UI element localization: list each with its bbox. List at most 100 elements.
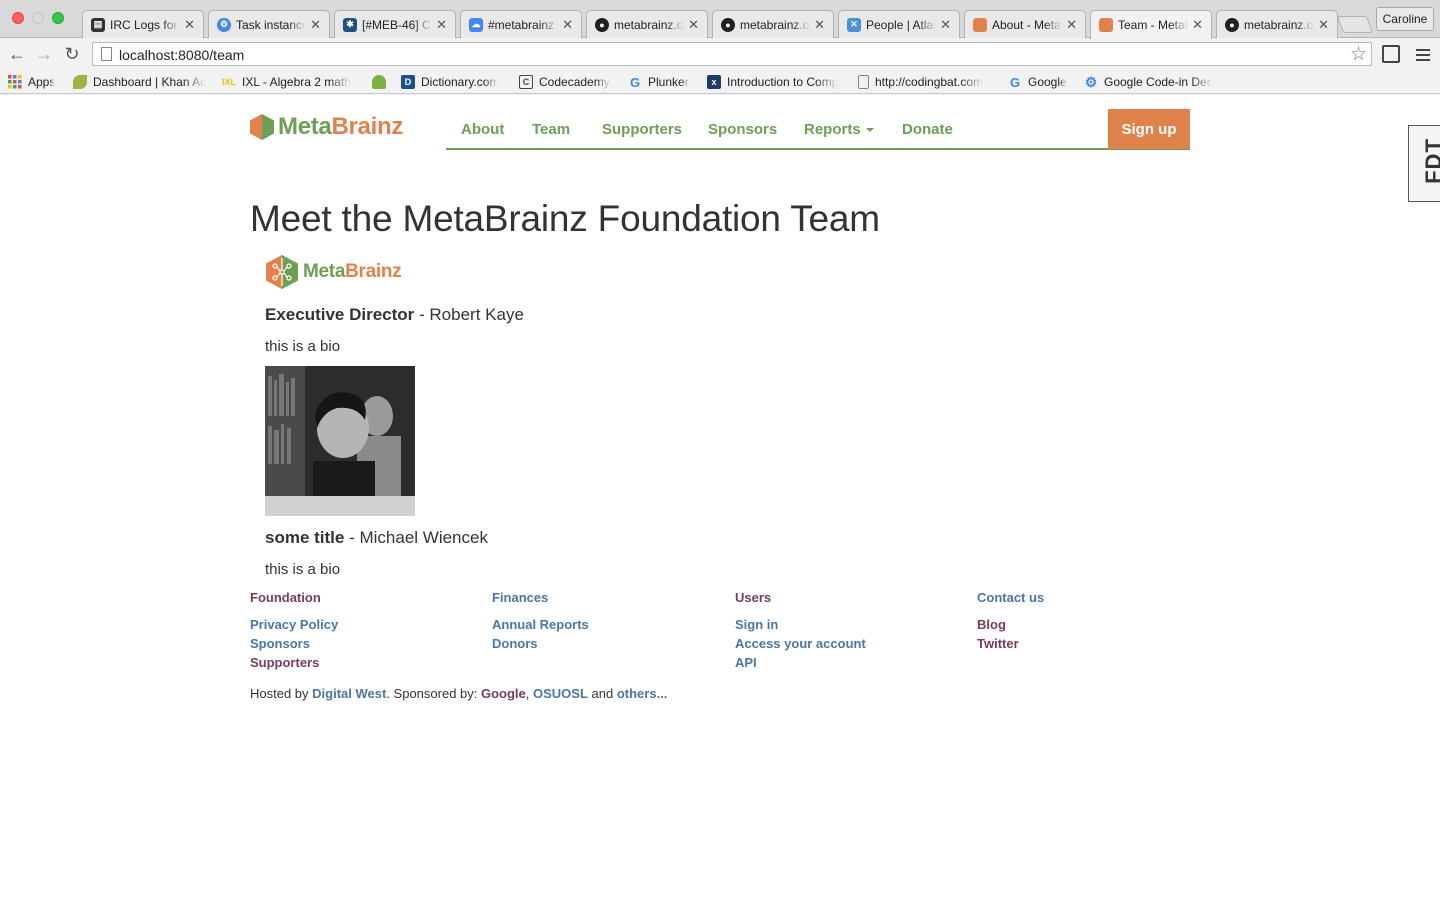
- member-bio-1: this is a bio: [265, 338, 341, 355]
- tab-close-icon[interactable]: ✕: [1066, 17, 1077, 33]
- extension-icon[interactable]: [1382, 45, 1400, 63]
- nav-donate[interactable]: Donate: [902, 121, 953, 138]
- footer-heading[interactable]: Users: [735, 590, 975, 605]
- browser-tab[interactable]: ● metabrainz.or ✕: [586, 10, 708, 38]
- github-icon: ●: [721, 17, 735, 32]
- footer-link-twitter[interactable]: Twitter: [977, 636, 1217, 651]
- bookmark-item[interactable]: x Introduction to Comp: [707, 73, 847, 91]
- site-logo[interactable]: MetaBrainz: [250, 113, 403, 141]
- browser-tab[interactable]: ✱ [#MEB-46] Cr ✕: [334, 10, 456, 38]
- footer-col-users: Users Sign in Access your account API: [735, 590, 975, 674]
- browser-tab[interactable]: ● metabrainz.or ✕: [712, 10, 834, 38]
- page-icon: [101, 47, 112, 61]
- github-icon: ●: [595, 17, 609, 32]
- footer-col-finances: Finances Annual Reports Donors: [492, 590, 732, 655]
- menu-icon[interactable]: [1416, 46, 1430, 64]
- back-arrow-icon[interactable]: ←: [7, 44, 27, 64]
- bookmark-star-icon[interactable]: ☆: [1350, 43, 1367, 66]
- window-minimize-button[interactable]: [32, 12, 44, 24]
- window-maximize-button[interactable]: [52, 12, 64, 24]
- bookmark-item[interactable]: G Google: [1008, 73, 1074, 91]
- footer-link-supporters[interactable]: Supporters: [250, 655, 490, 670]
- member-photo: [265, 366, 415, 516]
- jira-icon: ✱: [343, 17, 357, 32]
- metabrainz-logo-icon: [250, 114, 274, 140]
- url-text[interactable]: localhost:8080/team: [119, 47, 244, 63]
- footer-link-donors[interactable]: Donors: [492, 636, 732, 651]
- tab-close-icon[interactable]: ✕: [814, 17, 825, 33]
- team-logo: MetaBrainz: [265, 254, 402, 290]
- github-icon: ●: [1225, 17, 1239, 32]
- nav-about[interactable]: About: [461, 121, 504, 138]
- nav-reports[interactable]: Reports: [804, 121, 874, 138]
- gear-icon: ⚙: [1084, 73, 1098, 90]
- bookmark-apps[interactable]: Apps: [8, 73, 68, 91]
- new-tab-button[interactable]: [1336, 16, 1374, 33]
- signup-button[interactable]: Sign up: [1108, 109, 1190, 149]
- apps-grid-icon: [8, 75, 22, 89]
- footer-link-annual-reports[interactable]: Annual Reports: [492, 617, 732, 632]
- bookmark-item[interactable]: D Dictionary.com: [401, 73, 521, 91]
- digital-west-link[interactable]: Digital West: [312, 686, 386, 701]
- window-close-button[interactable]: [12, 12, 24, 24]
- team-logo-text: MetaBrainz: [303, 261, 402, 282]
- google-sponsor-link[interactable]: Google: [481, 686, 526, 701]
- tab-close-icon[interactable]: ✕: [562, 17, 573, 33]
- reload-icon[interactable]: ↻: [62, 44, 82, 64]
- tab-close-icon[interactable]: ✕: [1318, 17, 1329, 33]
- footer-heading[interactable]: Foundation: [250, 590, 490, 605]
- bookmark-item[interactable]: ⚙ Google Code-in Dec: [1084, 73, 1218, 91]
- forward-arrow-icon[interactable]: →: [34, 44, 54, 64]
- chat-icon: ☁: [469, 17, 483, 32]
- browser-tab[interactable]: ☁ #metabrainz | ✕: [460, 10, 582, 38]
- site-logo-text: MetaBrainz: [278, 113, 404, 140]
- footer-heading[interactable]: Finances: [492, 590, 732, 605]
- osuosl-sponsor-link[interactable]: OSUOSL: [533, 686, 588, 701]
- browser-tab[interactable]: About - MetaB ✕: [964, 10, 1086, 38]
- tab-close-icon[interactable]: ✕: [436, 17, 447, 33]
- dictionary-icon: D: [401, 75, 415, 89]
- member-role-2: some title - Michael Wiencek: [265, 528, 488, 547]
- footer-link-api[interactable]: API: [735, 655, 975, 670]
- tab-close-icon[interactable]: ✕: [184, 17, 195, 33]
- browser-tab[interactable]: ▤ IRC Logs for # ✕: [82, 10, 204, 38]
- nav-sponsors[interactable]: Sponsors: [708, 121, 777, 138]
- irc-icon: ▤: [91, 17, 105, 32]
- bookmark-item[interactable]: G Plunker: [628, 73, 698, 91]
- footer-link-privacy[interactable]: Privacy Policy: [250, 617, 490, 632]
- tab-close-icon[interactable]: ✕: [940, 17, 951, 33]
- browser-tab-active[interactable]: Team - MetaB ✕: [1090, 10, 1212, 39]
- browser-chrome: ▤ IRC Logs for # ✕ ⚙ Task instance ✕ ✱ […: [0, 0, 1440, 95]
- metabrainz-hex-logo-icon: [266, 255, 298, 289]
- ixl-icon: IXL: [222, 77, 237, 87]
- bookmark-item[interactable]: [372, 73, 394, 91]
- footer-link-account[interactable]: Access your account: [735, 636, 975, 651]
- leaf-icon: [73, 75, 87, 89]
- google-icon: G: [1009, 74, 1021, 90]
- footer-heading[interactable]: Contact us: [977, 590, 1217, 605]
- browser-tab[interactable]: ✕ People | Atlas ✕: [838, 10, 960, 38]
- bookmark-item[interactable]: C Codecademy: [519, 73, 619, 91]
- footer-link-sign-in[interactable]: Sign in: [735, 617, 975, 632]
- nav-supporters[interactable]: Supporters: [602, 121, 682, 138]
- browser-tab[interactable]: ⚙ Task instance ✕: [208, 10, 330, 38]
- tab-close-icon[interactable]: ✕: [688, 17, 699, 33]
- page-title: Meet the MetaBrainz Foundation Team: [250, 198, 880, 239]
- metabrainz-favicon-icon: [1099, 18, 1113, 32]
- profile-button[interactable]: Caroline: [1376, 7, 1434, 31]
- browser-tab[interactable]: ● metabrainz.or ✕: [1216, 10, 1338, 38]
- footer-link-sponsors[interactable]: Sponsors: [250, 636, 490, 651]
- bookmark-item[interactable]: IXL IXL - Algebra 2 math: [222, 73, 362, 91]
- nav-team[interactable]: Team: [532, 121, 570, 138]
- bookmark-item[interactable]: Dashboard | Khan Ac: [73, 73, 211, 91]
- hosted-by-text: Hosted by Digital West. Sponsored by: Go…: [250, 686, 668, 701]
- others-sponsor-link[interactable]: others...: [617, 686, 668, 701]
- footer-link-blog[interactable]: Blog: [977, 617, 1217, 632]
- fdt-toolbar-toggle[interactable]: FDT: [1408, 125, 1440, 202]
- tab-close-icon[interactable]: ✕: [1192, 17, 1203, 33]
- bookmarks-bar: Apps Dashboard | Khan Ac IXL IXL - Algeb…: [0, 70, 1440, 94]
- address-bar[interactable]: localhost:8080/team ☆: [92, 42, 1372, 66]
- bookmark-item[interactable]: http://codingbat.com: [858, 73, 996, 91]
- tab-close-icon[interactable]: ✕: [310, 17, 321, 33]
- member-role-1: Executive Director - Robert Kaye: [265, 305, 524, 324]
